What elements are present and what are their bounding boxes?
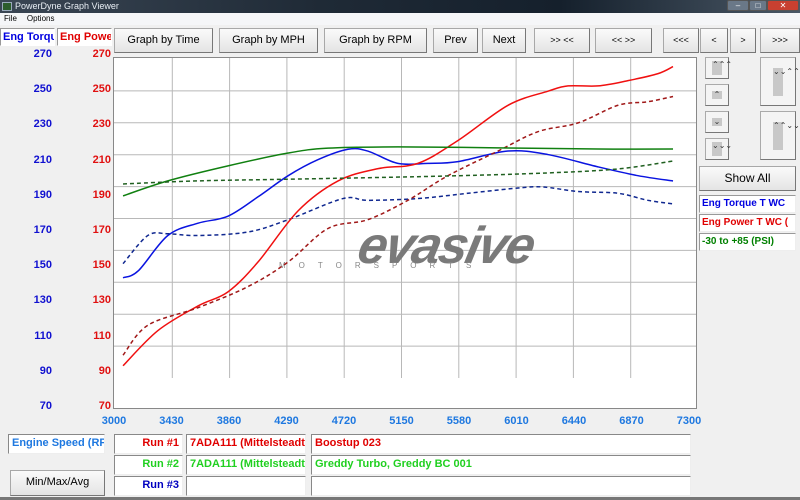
chevron-down-icon: ⌄ — [712, 117, 722, 126]
run-vehicle-field[interactable] — [186, 476, 306, 496]
torque-tick-label: 250 — [33, 83, 52, 96]
run-description-field[interactable]: Greddy Turbo, Greddy BC 001 — [311, 455, 691, 475]
scroll-back-button[interactable]: < — [700, 28, 728, 53]
zoom-in-button[interactable]: >> << — [534, 28, 590, 53]
close-button[interactable]: ✕ — [767, 0, 799, 11]
triple-chevron-down-icon: ⌄⌄⌄ — [712, 142, 732, 156]
power-tick-label: 90 — [98, 364, 111, 377]
torque-tick-label: 110 — [34, 329, 52, 342]
power-axis-header[interactable]: Eng Power — [57, 28, 112, 46]
x-tick-label: 6010 — [504, 415, 529, 427]
x-axis-channel-field[interactable]: Engine Speed (RPM — [8, 434, 105, 454]
power-tick-label: 250 — [92, 83, 111, 96]
menu-options[interactable]: Options — [27, 14, 55, 23]
scroll-last-button[interactable]: >>> — [760, 28, 800, 53]
x-tick-label: 5580 — [446, 415, 472, 427]
power-tick-label: 210 — [92, 153, 111, 166]
torque-tick-label: 90 — [39, 364, 52, 377]
run-vehicle-field[interactable]: 7ADA111 (Mittelsteadt, . — [186, 434, 306, 454]
x-tick-label: 6440 — [561, 415, 587, 427]
x-tick-label: 3430 — [159, 415, 184, 427]
torque-tick-label: 190 — [33, 188, 52, 201]
power-tick-label: 190 — [92, 188, 111, 201]
torque-axis-header[interactable]: Eng Torque — [0, 28, 55, 46]
dyno-chart: evasiveMOTORSPORTS — [114, 58, 696, 378]
logo-subtext: MOTORSPORTS — [279, 261, 484, 270]
torque-tick-label: 230 — [33, 118, 52, 131]
graph-by-time-button[interactable]: Graph by Time — [114, 28, 213, 53]
run-label: Run #1 — [114, 434, 183, 454]
torque-tick-label: 170 — [33, 224, 52, 236]
next-button[interactable]: Next — [482, 28, 526, 53]
x-tick-label: 3860 — [216, 415, 242, 427]
prev-button[interactable]: Prev — [433, 28, 478, 53]
power-tick-label: 150 — [92, 259, 111, 272]
run-label: Run #3 — [114, 476, 183, 496]
power-tick-label: 110 — [93, 329, 111, 342]
contract-scale-button[interactable]: ⌃⌃⌄⌄ — [760, 111, 800, 160]
graph-by-mph-button[interactable]: Graph by MPH — [219, 28, 318, 53]
scroll-forward-button[interactable]: > — [730, 28, 756, 53]
scale-down-button[interactable]: ⌄ — [705, 111, 729, 133]
graph-by-rpm-button[interactable]: Graph by RPM — [324, 28, 427, 53]
scale-down-fast-button[interactable]: ⌄⌄⌄ — [705, 138, 732, 160]
min-max-avg-button[interactable]: Min/Max/Avg — [10, 470, 105, 496]
x-tick-label: 7300 — [676, 415, 702, 427]
legend-torque[interactable]: Eng Torque T WC — [699, 195, 796, 213]
scale-up-button[interactable]: ⌃ — [705, 84, 729, 106]
plot-area: evasive MOTORSPORTS — [113, 57, 697, 409]
app-icon — [2, 2, 12, 11]
run-vehicle-field[interactable]: 7ADA111 (Mittelsteadt, . — [186, 455, 306, 475]
show-all-button[interactable]: Show All — [699, 166, 796, 191]
contract-chevrons-icon: ⌃⌃⌄⌄ — [773, 122, 800, 150]
x-tick-label: 3000 — [101, 415, 127, 427]
power-tick-label: 170 — [92, 224, 111, 236]
menu-file[interactable]: File — [4, 14, 17, 23]
zoom-out-button[interactable]: << >> — [595, 28, 652, 53]
expand-scale-button[interactable]: ⌄⌄⌃⌃ — [760, 57, 800, 106]
run-description-field[interactable]: Boostup 023 — [311, 434, 691, 454]
title-bar: PowerDyne Graph Viewer — [0, 0, 800, 13]
torque-tick-label: 130 — [33, 294, 52, 307]
triple-chevron-up-icon: ⌃⌃⌃ — [712, 61, 732, 75]
scale-up-fast-button[interactable]: ⌃⌃⌃ — [705, 57, 732, 79]
expand-chevrons-icon: ⌄⌄⌃⌃ — [773, 68, 800, 96]
power-tick-label: 270 — [92, 48, 111, 60]
scroll-first-button[interactable]: <<< — [663, 28, 699, 53]
torque-tick-label: 150 — [33, 259, 52, 272]
torque-tick-label: 270 — [33, 48, 52, 60]
run-description-field[interactable] — [311, 476, 691, 496]
x-tick-label: 4290 — [274, 415, 299, 427]
run-label: Run #2 — [114, 455, 183, 475]
power-tick-label: 130 — [92, 294, 111, 307]
minimize-button[interactable]: – — [727, 0, 749, 11]
maximize-button[interactable]: □ — [749, 0, 767, 11]
power-tick-label: 230 — [92, 118, 111, 131]
x-tick-label: 5150 — [389, 415, 414, 427]
power-tick-label: 70 — [98, 400, 111, 412]
x-tick-label: 6870 — [619, 415, 644, 427]
window-title: PowerDyne Graph Viewer — [15, 1, 119, 11]
legend-power[interactable]: Eng Power T WC ( — [699, 214, 796, 232]
legend-boost[interactable]: -30 to +85 (PSI) — [699, 233, 796, 251]
menu-bar: File Options — [0, 13, 800, 25]
x-tick-label: 4720 — [331, 415, 357, 427]
torque-tick-label: 70 — [39, 400, 52, 412]
torque-tick-label: 210 — [33, 153, 52, 166]
chevron-up-icon: ⌃ — [712, 90, 722, 99]
